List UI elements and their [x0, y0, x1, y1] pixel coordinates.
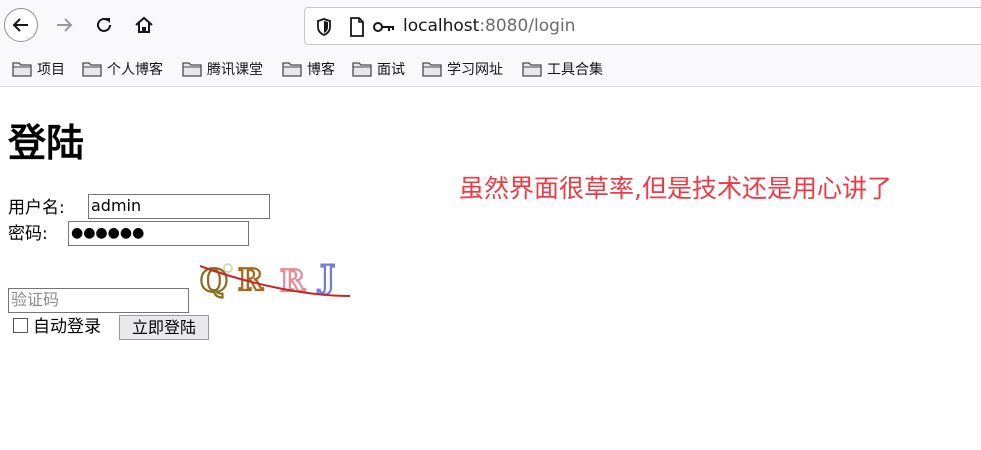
home-button[interactable] — [127, 8, 161, 42]
back-button[interactable] — [4, 8, 38, 42]
annotation-note: 虽然界面很草率,但是技术还是用心讲了 — [459, 174, 892, 203]
password-label: 密码: — [8, 224, 48, 244]
bookmark-item[interactable]: 个人博客 — [82, 59, 163, 79]
page-icon — [350, 17, 364, 37]
folder-icon — [82, 62, 102, 77]
captcha-placeholder: 验证码 — [11, 290, 60, 309]
username-label: 用户名: — [8, 198, 65, 218]
url-text: localhost:8080/login — [403, 16, 576, 36]
folder-icon — [352, 62, 372, 77]
folder-icon — [12, 62, 32, 77]
folder-icon — [522, 62, 542, 77]
reload-icon — [97, 17, 111, 32]
bookmark-item[interactable]: 腾讯课堂 — [182, 59, 263, 79]
forward-button[interactable] — [47, 8, 81, 42]
captcha-input[interactable]: 验证码 — [8, 288, 189, 313]
bookmark-item[interactable]: 学习网址 — [422, 59, 503, 79]
bookmark-item[interactable]: 项目 — [12, 59, 65, 79]
remember-checkbox[interactable] — [13, 318, 28, 333]
captcha-char: R — [238, 263, 264, 298]
url-bar[interactable]: localhost:8080/login — [304, 7, 981, 45]
bookmark-item[interactable]: 博客 — [282, 59, 335, 79]
key-icon — [373, 22, 394, 32]
folder-icon — [282, 62, 302, 77]
bookmarks-bar: 项目 个人博客 腾讯课堂 博客 面试 学习网址 工具合集 — [0, 51, 981, 87]
folder-icon — [422, 62, 442, 77]
bookmark-item[interactable]: 工具合集 — [522, 59, 603, 79]
arrow-right-icon — [57, 18, 73, 32]
page-title: 登陆 — [8, 121, 85, 165]
captcha-char: R — [280, 264, 306, 299]
shield-icon — [317, 18, 331, 36]
captcha-image[interactable]: Q R R J — [198, 258, 354, 302]
bookmark-item[interactable]: 面试 — [352, 59, 405, 79]
arrow-left-icon — [12, 18, 28, 32]
password-input[interactable]: ●●●●●● — [68, 221, 249, 246]
browser-toolbar: localhost:8080/login — [0, 0, 981, 51]
username-input[interactable]: admin — [88, 194, 270, 219]
reload-button[interactable] — [87, 8, 121, 42]
folder-icon — [182, 62, 202, 77]
login-button[interactable]: 立即登陆 — [119, 315, 209, 340]
captcha-char: J — [317, 258, 335, 296]
home-icon — [135, 16, 153, 33]
remember-label: 自动登录 — [33, 317, 101, 337]
